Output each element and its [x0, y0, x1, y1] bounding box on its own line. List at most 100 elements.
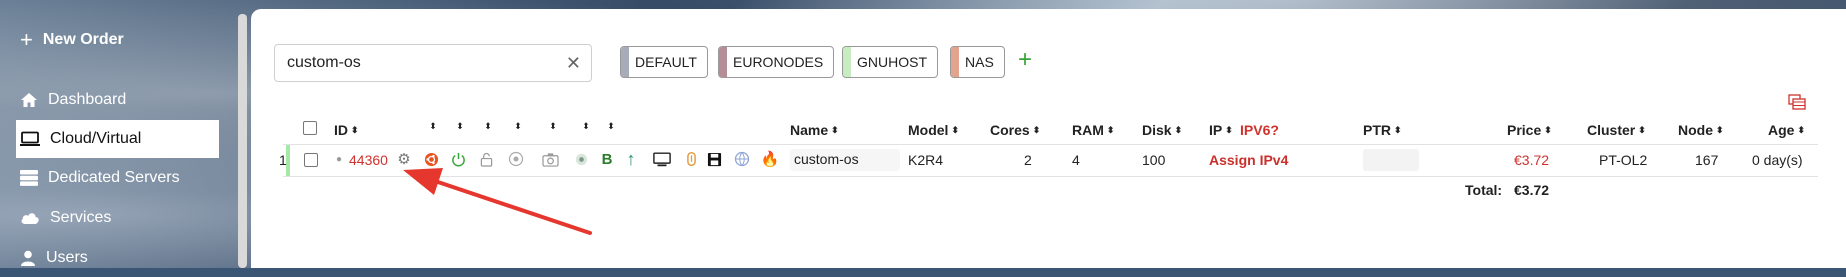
- server-id-link[interactable]: 44360: [349, 152, 388, 168]
- cloud-icon: [21, 213, 39, 224]
- sidebar-item-dashboard[interactable]: Dashboard: [16, 81, 219, 119]
- total-label: Total:: [1465, 182, 1503, 198]
- tag-euronodes[interactable]: EURONODES: [718, 46, 835, 78]
- header-id-label: ID: [334, 122, 348, 138]
- sort-icon[interactable]: ⬍: [429, 122, 437, 131]
- sort-icon: ⬍: [951, 124, 959, 135]
- age-cell: 0 day(s): [1752, 152, 1803, 168]
- header-price[interactable]: Price ⬍: [1507, 122, 1552, 138]
- gear-icon[interactable]: ⚙: [395, 150, 413, 168]
- select-all-checkbox[interactable]: [303, 121, 317, 135]
- save-icon[interactable]: [705, 150, 723, 168]
- sort-icon[interactable]: ⬍: [582, 122, 590, 131]
- user-icon: [21, 250, 35, 266]
- sort-icon[interactable]: ⬍: [484, 122, 492, 131]
- sidebar-item-label: Dedicated Servers: [48, 169, 180, 186]
- tag-label: GNUHOST: [857, 54, 927, 70]
- header-ptr-label: PTR: [1363, 122, 1391, 138]
- home-icon: [21, 93, 37, 107]
- sort-icon: ⬍: [1716, 124, 1724, 135]
- monitor-icon: [20, 131, 40, 146]
- new-order-button[interactable]: + New Order: [20, 29, 124, 51]
- header-age[interactable]: Age ⬍: [1768, 122, 1805, 138]
- price-cell: €3.72: [1514, 152, 1550, 168]
- sort-icon: ⬍: [351, 124, 359, 135]
- sort-icon: ⬍: [1638, 124, 1646, 135]
- sort-icon[interactable]: ⬍: [607, 122, 615, 131]
- sort-icon: ⬍: [1174, 124, 1183, 135]
- add-tag-icon[interactable]: +: [1018, 48, 1032, 72]
- sidebar-item-dedicated-servers[interactable]: Dedicated Servers: [16, 159, 219, 197]
- search-box[interactable]: ✕: [274, 44, 592, 82]
- node-cell: 167: [1695, 152, 1719, 168]
- console-icon[interactable]: [653, 150, 671, 168]
- sidebar: + New Order Dashboard Cloud/Virtual Dedi…: [0, 0, 236, 268]
- search-input[interactable]: [285, 53, 566, 73]
- tag-label: NAS: [965, 54, 994, 70]
- attachment-icon[interactable]: [682, 150, 700, 168]
- row-index: 1: [279, 152, 287, 168]
- tag-label: EURONODES: [733, 54, 824, 70]
- sort-icon: ⬍: [1032, 124, 1041, 135]
- row-checkbox[interactable]: [304, 153, 318, 167]
- header-ptr[interactable]: PTR ⬍: [1363, 122, 1402, 138]
- upgrade-arrow-icon[interactable]: ↑: [622, 149, 640, 169]
- snapshot-icon[interactable]: [541, 150, 559, 168]
- header-cluster[interactable]: Cluster ⬍: [1587, 122, 1646, 138]
- backup-icon[interactable]: [572, 150, 590, 168]
- sidebar-item-cloud-virtual[interactable]: Cloud/Virtual: [16, 120, 219, 158]
- sort-icon: ⬍: [1106, 124, 1115, 135]
- tag-default[interactable]: DEFAULT: [620, 46, 708, 78]
- b-label[interactable]: B: [598, 150, 616, 168]
- header-name-label: Name: [790, 122, 829, 138]
- status-dot-icon: ●: [335, 153, 343, 165]
- export-icon[interactable]: [1788, 94, 1806, 110]
- header-disk[interactable]: Disk ⬍: [1142, 122, 1182, 138]
- header-ipv6[interactable]: IPV6?: [1240, 122, 1279, 138]
- header-cores[interactable]: Cores ⬍: [990, 122, 1040, 138]
- header-name[interactable]: Name ⬍: [790, 122, 839, 138]
- server-name-field[interactable]: custom-os: [790, 149, 900, 171]
- sort-icon: ⬍: [1544, 124, 1552, 135]
- total-value: €3.72: [1514, 182, 1550, 198]
- power-icon[interactable]: [449, 150, 467, 168]
- header-ram[interactable]: RAM ⬍: [1072, 122, 1114, 138]
- ptr-field[interactable]: [1363, 149, 1419, 171]
- header-cores-label: Cores: [990, 122, 1030, 138]
- sidebar-item-users[interactable]: Users: [16, 239, 219, 277]
- sort-icon[interactable]: ⬍: [456, 122, 464, 131]
- header-model[interactable]: Model ⬍: [908, 122, 959, 138]
- sidebar-item-services[interactable]: Services: [16, 199, 219, 237]
- reinstall-icon[interactable]: [507, 150, 525, 168]
- assign-ipv4-link[interactable]: Assign IPv4: [1209, 152, 1288, 168]
- header-ip[interactable]: IP ⬍: [1209, 122, 1233, 138]
- sort-icon: ⬍: [1225, 124, 1233, 135]
- ram-cell: 4: [1072, 152, 1080, 168]
- network-icon[interactable]: [733, 150, 751, 168]
- sort-icon: ⬍: [1797, 124, 1805, 135]
- ubuntu-icon[interactable]: [422, 150, 440, 168]
- header-node-label: Node: [1678, 122, 1713, 138]
- header-ipv6-label: IPV6?: [1240, 122, 1279, 138]
- tag-nas[interactable]: NAS: [950, 46, 1005, 78]
- server-icon: [20, 170, 38, 186]
- sort-icon[interactable]: ⬍: [514, 122, 522, 131]
- clear-icon[interactable]: ✕: [566, 53, 581, 74]
- sidebar-scrollbar[interactable]: [238, 14, 247, 268]
- header-id[interactable]: ID ⬍: [334, 122, 359, 138]
- sidebar-item-label: Dashboard: [48, 91, 127, 108]
- header-divider: [283, 144, 1818, 145]
- cores-cell: 2: [1024, 152, 1032, 168]
- sidebar-item-label: Cloud/Virtual: [50, 130, 142, 147]
- fire-icon[interactable]: 🔥: [761, 150, 780, 168]
- header-node[interactable]: Node ⬍: [1678, 122, 1724, 138]
- header-cluster-label: Cluster: [1587, 122, 1636, 138]
- disk-cell: 100: [1142, 152, 1166, 168]
- sort-icon: ⬍: [1394, 124, 1402, 135]
- unlock-icon[interactable]: [477, 150, 495, 168]
- sidebar-item-label: Users: [46, 249, 88, 266]
- sidebar-item-label: Services: [50, 209, 112, 226]
- tag-gnuhost[interactable]: GNUHOST: [842, 46, 938, 78]
- header-price-label: Price: [1507, 122, 1542, 138]
- sort-icon[interactable]: ⬍: [549, 122, 557, 131]
